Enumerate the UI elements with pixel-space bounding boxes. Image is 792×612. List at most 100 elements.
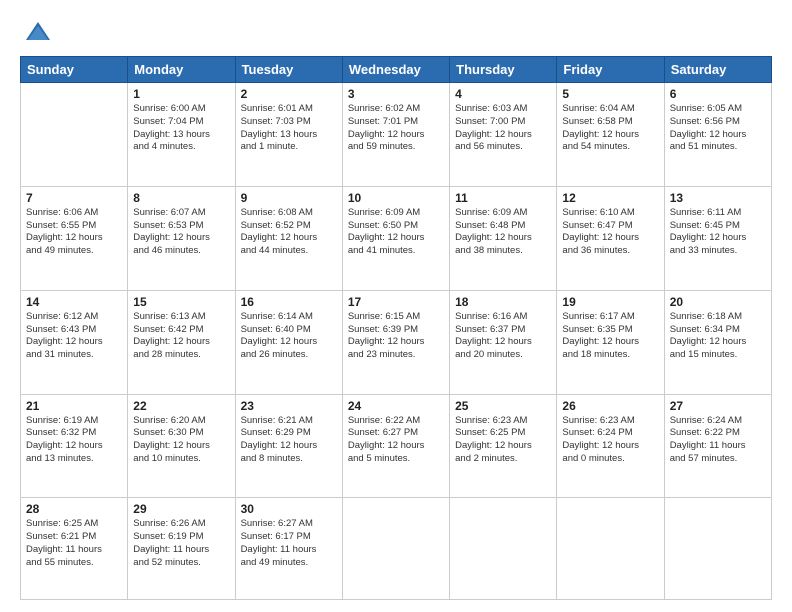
- day-number: 30: [241, 502, 337, 516]
- calendar-cell: 18 Sunrise: 6:16 AMSunset: 6:37 PMDayligh…: [450, 290, 557, 394]
- calendar-week-1: 1 Sunrise: 6:00 AMSunset: 7:04 PMDaylight…: [21, 83, 772, 187]
- calendar-cell: 7 Sunrise: 6:06 AMSunset: 6:55 PMDaylight…: [21, 186, 128, 290]
- calendar-cell: 1 Sunrise: 6:00 AMSunset: 7:04 PMDaylight…: [128, 83, 235, 187]
- day-number: 3: [348, 87, 444, 101]
- calendar-cell: [342, 498, 449, 600]
- calendar-cell: 19 Sunrise: 6:17 AMSunset: 6:35 PMDayligh…: [557, 290, 664, 394]
- weekday-wednesday: Wednesday: [342, 57, 449, 83]
- day-info: Sunrise: 6:09 AMSunset: 6:48 PMDaylight:…: [455, 207, 551, 258]
- calendar-cell: 23Sunrise: 6:21 AMSunset: 6:29 PMDayligh…: [235, 394, 342, 498]
- calendar-cell: 17 Sunrise: 6:15 AMSunset: 6:39 PMDayligh…: [342, 290, 449, 394]
- day-info: Sunrise: 6:08 AMSunset: 6:52 PMDaylight:…: [241, 207, 337, 258]
- calendar-cell: 22Sunrise: 6:20 AMSunset: 6:30 PMDayligh…: [128, 394, 235, 498]
- day-info: Sunrise: 6:01 AMSunset: 7:03 PMDaylight:…: [241, 103, 337, 154]
- calendar-cell: 13Sunrise: 6:11 AMSunset: 6:45 PMDayligh…: [664, 186, 771, 290]
- day-number: 24: [348, 399, 444, 413]
- day-number: 29: [133, 502, 229, 516]
- day-number: 7: [26, 191, 122, 205]
- day-info: Sunrise: 6:02 AMSunset: 7:01 PMDaylight:…: [348, 103, 444, 154]
- calendar-week-5: 28 Sunrise: 6:25 AMSunset: 6:21 PMDayligh…: [21, 498, 772, 600]
- calendar-week-4: 21 Sunrise: 6:19 AMSunset: 6:32 PMDayligh…: [21, 394, 772, 498]
- day-info: Sunrise: 6:13 AMSunset: 6:42 PMDaylight:…: [133, 311, 229, 362]
- day-info: Sunrise: 6:22 AMSunset: 6:27 PMDaylight:…: [348, 415, 444, 466]
- day-number: 8: [133, 191, 229, 205]
- day-number: 14: [26, 295, 122, 309]
- day-info: Sunrise: 6:20 AMSunset: 6:30 PMDaylight:…: [133, 415, 229, 466]
- day-number: 9: [241, 191, 337, 205]
- calendar-table: SundayMondayTuesdayWednesdayThursdayFrid…: [20, 56, 772, 600]
- day-info: Sunrise: 6:21 AMSunset: 6:29 PMDaylight:…: [241, 415, 337, 466]
- calendar-week-3: 14 Sunrise: 6:12 AMSunset: 6:43 PMDayligh…: [21, 290, 772, 394]
- day-number: 19: [562, 295, 658, 309]
- day-info: Sunrise: 6:12 AMSunset: 6:43 PMDaylight:…: [26, 311, 122, 362]
- calendar-cell: 6 Sunrise: 6:05 AMSunset: 6:56 PMDaylight…: [664, 83, 771, 187]
- weekday-saturday: Saturday: [664, 57, 771, 83]
- calendar-cell: 30 Sunrise: 6:27 AMSunset: 6:17 PMDayligh…: [235, 498, 342, 600]
- day-number: 6: [670, 87, 766, 101]
- day-info: Sunrise: 6:07 AMSunset: 6:53 PMDaylight:…: [133, 207, 229, 258]
- weekday-monday: Monday: [128, 57, 235, 83]
- calendar-cell: 24 Sunrise: 6:22 AMSunset: 6:27 PMDayligh…: [342, 394, 449, 498]
- day-info: Sunrise: 6:04 AMSunset: 6:58 PMDaylight:…: [562, 103, 658, 154]
- day-info: Sunrise: 6:00 AMSunset: 7:04 PMDaylight:…: [133, 103, 229, 154]
- calendar-cell: 4 Sunrise: 6:03 AMSunset: 7:00 PMDaylight…: [450, 83, 557, 187]
- calendar-cell: 29Sunrise: 6:26 AMSunset: 6:19 PMDayligh…: [128, 498, 235, 600]
- day-info: Sunrise: 6:19 AMSunset: 6:32 PMDaylight:…: [26, 415, 122, 466]
- day-number: 2: [241, 87, 337, 101]
- calendar-cell: 27 Sunrise: 6:24 AMSunset: 6:22 PMDayligh…: [664, 394, 771, 498]
- day-number: 1: [133, 87, 229, 101]
- page-header: [20, 18, 772, 46]
- day-info: Sunrise: 6:11 AMSunset: 6:45 PMDaylight:…: [670, 207, 766, 258]
- day-info: Sunrise: 6:18 AMSunset: 6:34 PMDaylight:…: [670, 311, 766, 362]
- day-number: 17: [348, 295, 444, 309]
- day-info: Sunrise: 6:05 AMSunset: 6:56 PMDaylight:…: [670, 103, 766, 154]
- calendar-cell: [21, 83, 128, 187]
- day-info: Sunrise: 6:03 AMSunset: 7:00 PMDaylight:…: [455, 103, 551, 154]
- day-number: 11: [455, 191, 551, 205]
- day-info: Sunrise: 6:09 AMSunset: 6:50 PMDaylight:…: [348, 207, 444, 258]
- calendar-cell: 26 Sunrise: 6:23 AMSunset: 6:24 PMDayligh…: [557, 394, 664, 498]
- day-number: 12: [562, 191, 658, 205]
- day-info: Sunrise: 6:25 AMSunset: 6:21 PMDaylight:…: [26, 518, 122, 569]
- day-info: Sunrise: 6:16 AMSunset: 6:37 PMDaylight:…: [455, 311, 551, 362]
- logo: [20, 18, 52, 46]
- day-number: 25: [455, 399, 551, 413]
- calendar-cell: [557, 498, 664, 600]
- calendar-cell: 5 Sunrise: 6:04 AMSunset: 6:58 PMDaylight…: [557, 83, 664, 187]
- day-number: 21: [26, 399, 122, 413]
- day-number: 15: [133, 295, 229, 309]
- day-number: 10: [348, 191, 444, 205]
- weekday-sunday: Sunday: [21, 57, 128, 83]
- calendar-cell: 10 Sunrise: 6:09 AMSunset: 6:50 PMDayligh…: [342, 186, 449, 290]
- day-info: Sunrise: 6:23 AMSunset: 6:24 PMDaylight:…: [562, 415, 658, 466]
- day-number: 5: [562, 87, 658, 101]
- day-number: 28: [26, 502, 122, 516]
- calendar-cell: 15 Sunrise: 6:13 AMSunset: 6:42 PMDayligh…: [128, 290, 235, 394]
- calendar-cell: 14 Sunrise: 6:12 AMSunset: 6:43 PMDayligh…: [21, 290, 128, 394]
- day-info: Sunrise: 6:27 AMSunset: 6:17 PMDaylight:…: [241, 518, 337, 569]
- calendar-cell: 12Sunrise: 6:10 AMSunset: 6:47 PMDayligh…: [557, 186, 664, 290]
- calendar-cell: 25Sunrise: 6:23 AMSunset: 6:25 PMDayligh…: [450, 394, 557, 498]
- calendar-body: 1 Sunrise: 6:00 AMSunset: 7:04 PMDaylight…: [21, 83, 772, 600]
- day-number: 27: [670, 399, 766, 413]
- calendar-cell: 16Sunrise: 6:14 AMSunset: 6:40 PMDayligh…: [235, 290, 342, 394]
- day-number: 4: [455, 87, 551, 101]
- day-info: Sunrise: 6:15 AMSunset: 6:39 PMDaylight:…: [348, 311, 444, 362]
- day-number: 26: [562, 399, 658, 413]
- day-info: Sunrise: 6:17 AMSunset: 6:35 PMDaylight:…: [562, 311, 658, 362]
- weekday-header-row: SundayMondayTuesdayWednesdayThursdayFrid…: [21, 57, 772, 83]
- calendar-cell: 9 Sunrise: 6:08 AMSunset: 6:52 PMDaylight…: [235, 186, 342, 290]
- day-number: 20: [670, 295, 766, 309]
- calendar-cell: 11 Sunrise: 6:09 AMSunset: 6:48 PMDayligh…: [450, 186, 557, 290]
- calendar-cell: 28 Sunrise: 6:25 AMSunset: 6:21 PMDayligh…: [21, 498, 128, 600]
- calendar-cell: 20 Sunrise: 6:18 AMSunset: 6:34 PMDayligh…: [664, 290, 771, 394]
- day-number: 16: [241, 295, 337, 309]
- day-info: Sunrise: 6:06 AMSunset: 6:55 PMDaylight:…: [26, 207, 122, 258]
- day-number: 18: [455, 295, 551, 309]
- calendar-week-2: 7 Sunrise: 6:06 AMSunset: 6:55 PMDaylight…: [21, 186, 772, 290]
- calendar-cell: [450, 498, 557, 600]
- calendar-cell: 2 Sunrise: 6:01 AMSunset: 7:03 PMDaylight…: [235, 83, 342, 187]
- calendar-cell: 8 Sunrise: 6:07 AMSunset: 6:53 PMDaylight…: [128, 186, 235, 290]
- logo-icon: [24, 18, 52, 46]
- day-info: Sunrise: 6:24 AMSunset: 6:22 PMDaylight:…: [670, 415, 766, 466]
